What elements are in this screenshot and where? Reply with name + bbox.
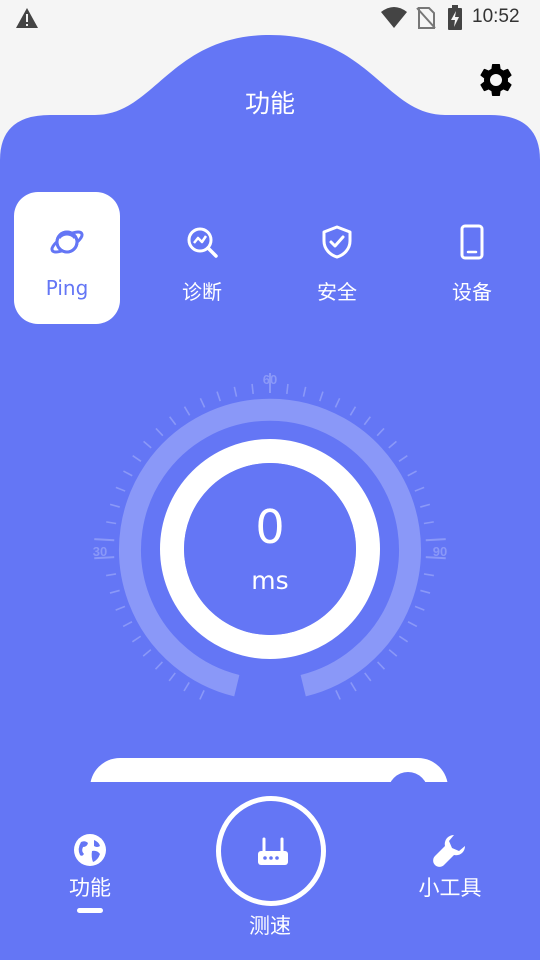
gauge-tick: [388, 649, 398, 657]
gauge-tick: [376, 427, 385, 437]
gauge-tick: [407, 470, 417, 477]
gauge-tick: [106, 573, 117, 577]
gauge-tick: [318, 391, 324, 402]
gauge-tick: [109, 589, 120, 594]
gauge-tick: [168, 416, 177, 426]
wrench-icon: [433, 834, 466, 867]
gauge-scale-top: 60: [263, 372, 277, 387]
gauge-tick: [377, 661, 386, 670]
gauge-tick: [335, 690, 341, 700]
gauge-tick: [302, 386, 307, 397]
globe-icon: [74, 834, 106, 866]
gauge-tick: [199, 397, 206, 408]
gauge-tick: [414, 486, 425, 492]
status-time: 10:52: [472, 6, 520, 27]
gauge-scale-right: 90: [433, 544, 447, 559]
nav-function-label: 功能: [69, 876, 111, 900]
gauge-tick: [420, 589, 431, 594]
gauge-tick: [251, 383, 254, 394]
nav-tools[interactable]: 小工具: [400, 832, 500, 902]
nav-function[interactable]: 功能: [50, 832, 130, 913]
status-bar: 10:52: [0, 0, 540, 36]
gauge-tick: [131, 635, 142, 643]
gauge-tick: [216, 391, 222, 402]
nav-active-indicator: [77, 908, 103, 913]
gauge-tick: [94, 538, 115, 542]
gauge-tick: [334, 397, 341, 408]
gauge-tick: [286, 383, 289, 394]
gauge-tick: [233, 386, 238, 397]
alert-icon: [16, 8, 38, 28]
wifi-icon: [381, 7, 407, 28]
battery-charging-icon: [448, 5, 462, 30]
gauge-tick: [425, 538, 446, 542]
gauge-tick: [349, 406, 357, 416]
gauge-tick: [142, 649, 152, 657]
gauge-tick: [122, 621, 133, 628]
gauge-tick: [168, 672, 176, 682]
gauge-tick: [154, 661, 163, 670]
no-sim-icon: [416, 7, 436, 29]
gauge-tick: [132, 455, 142, 462]
gauge-tick: [388, 440, 397, 449]
gauge-scale-left: 30: [93, 544, 107, 559]
gauge-tick: [183, 406, 191, 416]
gauge-tick: [364, 672, 372, 682]
gauge-tick: [106, 521, 117, 525]
speedtest-label: 测速: [249, 914, 291, 938]
gauge-tick: [350, 682, 357, 692]
gauge-value: 0: [255, 500, 285, 554]
gauge-tick: [115, 605, 126, 611]
gauge-tick: [115, 486, 126, 492]
router-icon: [258, 837, 288, 865]
gauge-tick: [183, 682, 190, 692]
gauge-tick: [407, 621, 418, 628]
gauge-tick: [109, 503, 120, 508]
gauge-tick: [414, 605, 425, 611]
bottom-nav: 功能 测速 小工具: [0, 782, 540, 960]
gauge-tick: [199, 690, 205, 700]
gauge-unit: ms: [251, 566, 289, 595]
gauge-tick: [398, 455, 408, 462]
gauge-tick: [123, 470, 133, 477]
gauge-tick: [423, 521, 434, 525]
nav-tools-label: 小工具: [418, 876, 482, 900]
speedtest-button[interactable]: [216, 796, 326, 906]
gauge-tick: [423, 573, 434, 577]
gauge-tick: [398, 635, 409, 643]
gauge-tick: [155, 427, 164, 437]
gauge-tick: [143, 440, 152, 449]
gauge-tick: [420, 503, 431, 508]
gauge-tick: [363, 416, 372, 426]
